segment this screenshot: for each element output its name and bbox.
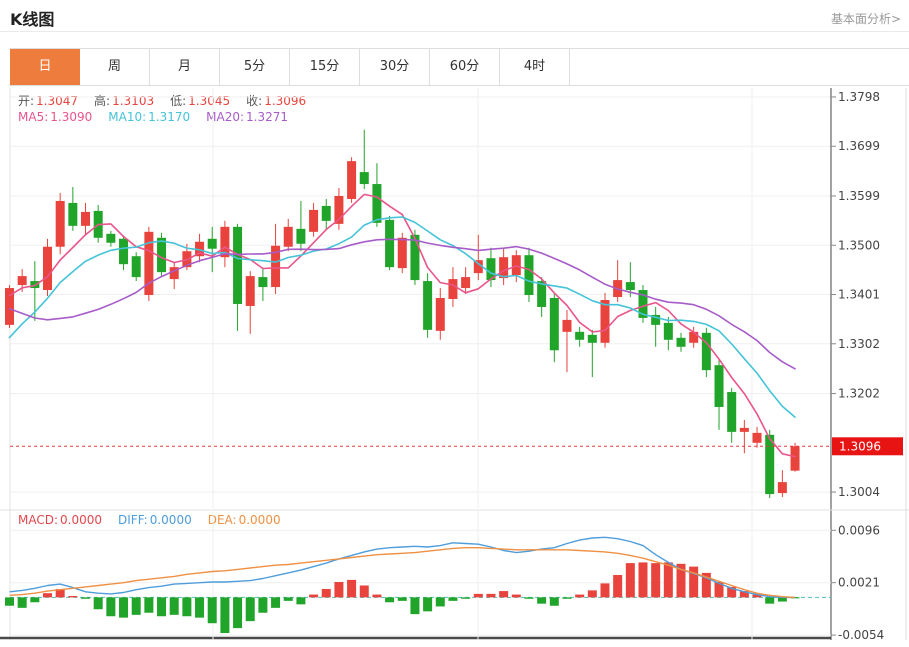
price-axis-label: 1.3798 [838,90,880,104]
macd-axis-label: -0.0054 [838,628,884,642]
price-axis-label: 1.3202 [838,387,880,401]
kline-widget: K线图 基本面分析> 日周月5分15分30分60分4时 开:1.3047高:1.… [0,0,909,647]
macd-axis-label: 0.0096 [838,523,880,537]
price-axis-label: 1.3699 [838,139,880,153]
price-axis-label: 1.3401 [838,288,880,302]
price-axis-label: 1.3500 [838,238,880,252]
price-axis-label: 1.3599 [838,189,880,203]
price-axis-label: 1.3302 [838,337,880,351]
macd-axis-label: 0.0021 [838,576,880,590]
current-price-tag-label: 1.3096 [839,439,881,453]
main-chart-plot[interactable] [10,88,831,508]
price-axis-label: 1.3004 [838,485,880,499]
chart-canvas: 1.3798 1.3699 1.3599 1.3500 1.3401 1.3302 1.32… [0,0,909,647]
macd-plot[interactable] [10,510,831,640]
